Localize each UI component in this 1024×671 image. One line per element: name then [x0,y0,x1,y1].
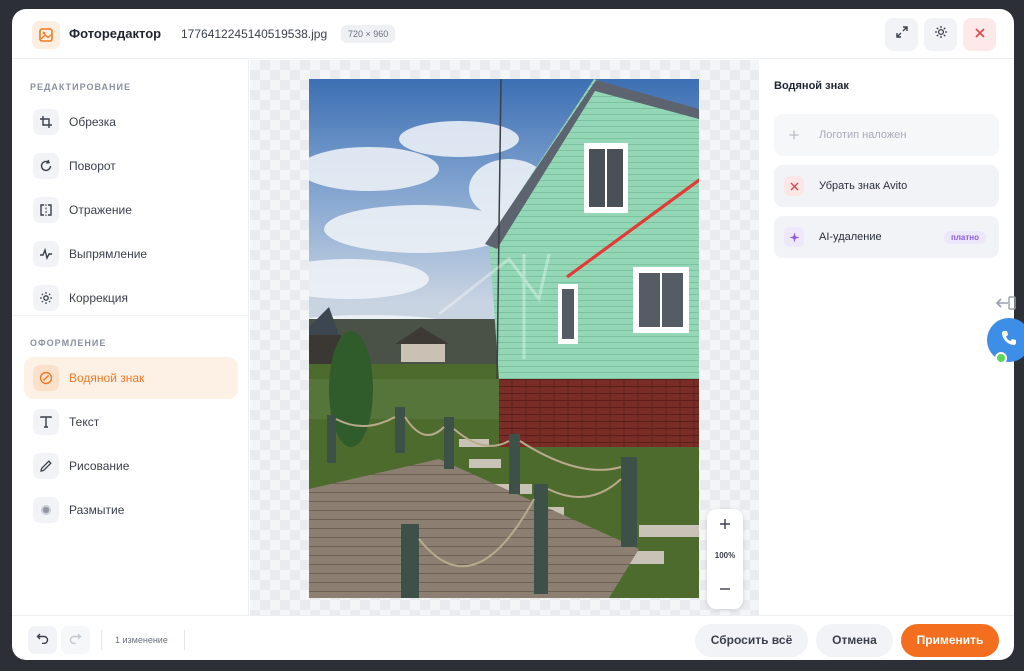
redo-icon [69,631,82,649]
option-label: Убрать знак Avito [819,180,908,192]
undo-icon [36,631,49,649]
section-edit-label: РЕДАКТИРОВАНИЕ [30,82,132,92]
undo-button[interactable] [28,626,57,654]
x-icon [784,176,804,196]
tool-label: Текст [69,415,100,429]
rotate-icon [33,153,59,179]
zoom-level: 100% [714,551,736,560]
minus-icon [719,582,731,600]
image-icon [32,21,60,49]
logo-applied-option: Логотип наложен [774,114,999,156]
expand-icon [895,25,909,44]
option-label: AI-удаление [819,231,882,243]
close-icon [974,26,986,44]
pencil-icon [33,453,59,479]
editor-title: Фоторедактор [69,26,162,41]
zoom-controls: 100% [707,509,743,609]
tool-label: Обрезка [69,115,116,129]
watermark-icon [33,365,59,391]
section-design-label: ОФОРМЛЕНИЕ [30,338,107,348]
tool-crop[interactable]: Обрезка [24,101,238,143]
settings-button[interactable] [924,18,957,51]
tool-label: Рисование [69,459,130,473]
tool-label: Водяной знак [69,371,145,385]
zoom-in-button[interactable] [707,511,743,541]
changes-count: 1 изменение [115,635,168,645]
close-button[interactable] [963,18,996,51]
sparkle-icon [784,227,804,247]
cancel-button[interactable]: Отмена [816,624,893,657]
photo-preview [309,79,699,598]
editor-header: Фоторедактор 1776412245140519538.jpg 720… [12,9,1014,59]
tool-adjust[interactable]: Коррекция [24,277,238,319]
sidebar-divider [12,315,249,316]
apply-button[interactable]: Применить [901,624,999,657]
option-label: Логотип наложен [819,129,907,141]
flip-icon [33,197,59,223]
remove-avito-watermark-option[interactable]: Убрать знак Avito [774,165,999,207]
reset-all-button[interactable]: Сбросить всё [695,624,808,657]
dimensions-badge: 720 × 960 [341,25,396,43]
online-status-dot [995,352,1007,364]
editor-footer: 1 изменение Сбросить всё Отмена Применит… [12,615,1014,660]
text-icon [33,409,59,435]
tool-watermark[interactable]: Водяной знак [24,357,238,399]
image-canvas[interactable]: 100% [250,60,759,615]
zoom-out-button[interactable] [707,576,743,606]
tool-text[interactable]: Текст [24,401,238,443]
tool-label: Поворот [69,159,116,173]
straighten-icon [33,241,59,267]
phone-icon [1000,329,1018,352]
plus-icon [719,517,731,535]
tool-straighten[interactable]: Выпрямление [24,233,238,275]
tool-label: Отражение [69,203,132,217]
ai-removal-option[interactable]: AI-удаление платно [774,216,999,258]
tools-sidebar: РЕДАКТИРОВАНИЕ Обрезка Поворот Отражение… [12,60,249,615]
panel-title: Водяной знак [774,80,849,92]
tool-label: Выпрямление [69,247,148,261]
blur-icon [33,497,59,523]
redo-button[interactable] [61,626,90,654]
tool-flip[interactable]: Отражение [24,189,238,231]
footer-divider [184,630,185,650]
tool-blur[interactable]: Размытие [24,489,238,531]
adjust-icon [33,285,59,311]
footer-divider [101,630,102,650]
tool-draw[interactable]: Рисование [24,445,238,487]
paid-badge: платно [944,231,986,244]
photo-editor-modal: Фоторедактор 1776412245140519538.jpg 720… [12,9,1014,660]
tool-label: Размытие [69,503,125,517]
crop-icon [33,109,59,135]
watermark-panel: Водяной знак Логотип наложен Убрать знак… [760,60,1014,615]
settings-icon [934,25,948,44]
tool-label: Коррекция [69,291,129,305]
plus-icon [784,125,804,145]
expand-button[interactable] [885,18,918,51]
file-name: 1776412245140519538.jpg [181,27,328,41]
tool-rotate[interactable]: Поворот [24,145,238,187]
exit-icon[interactable] [995,296,1017,315]
